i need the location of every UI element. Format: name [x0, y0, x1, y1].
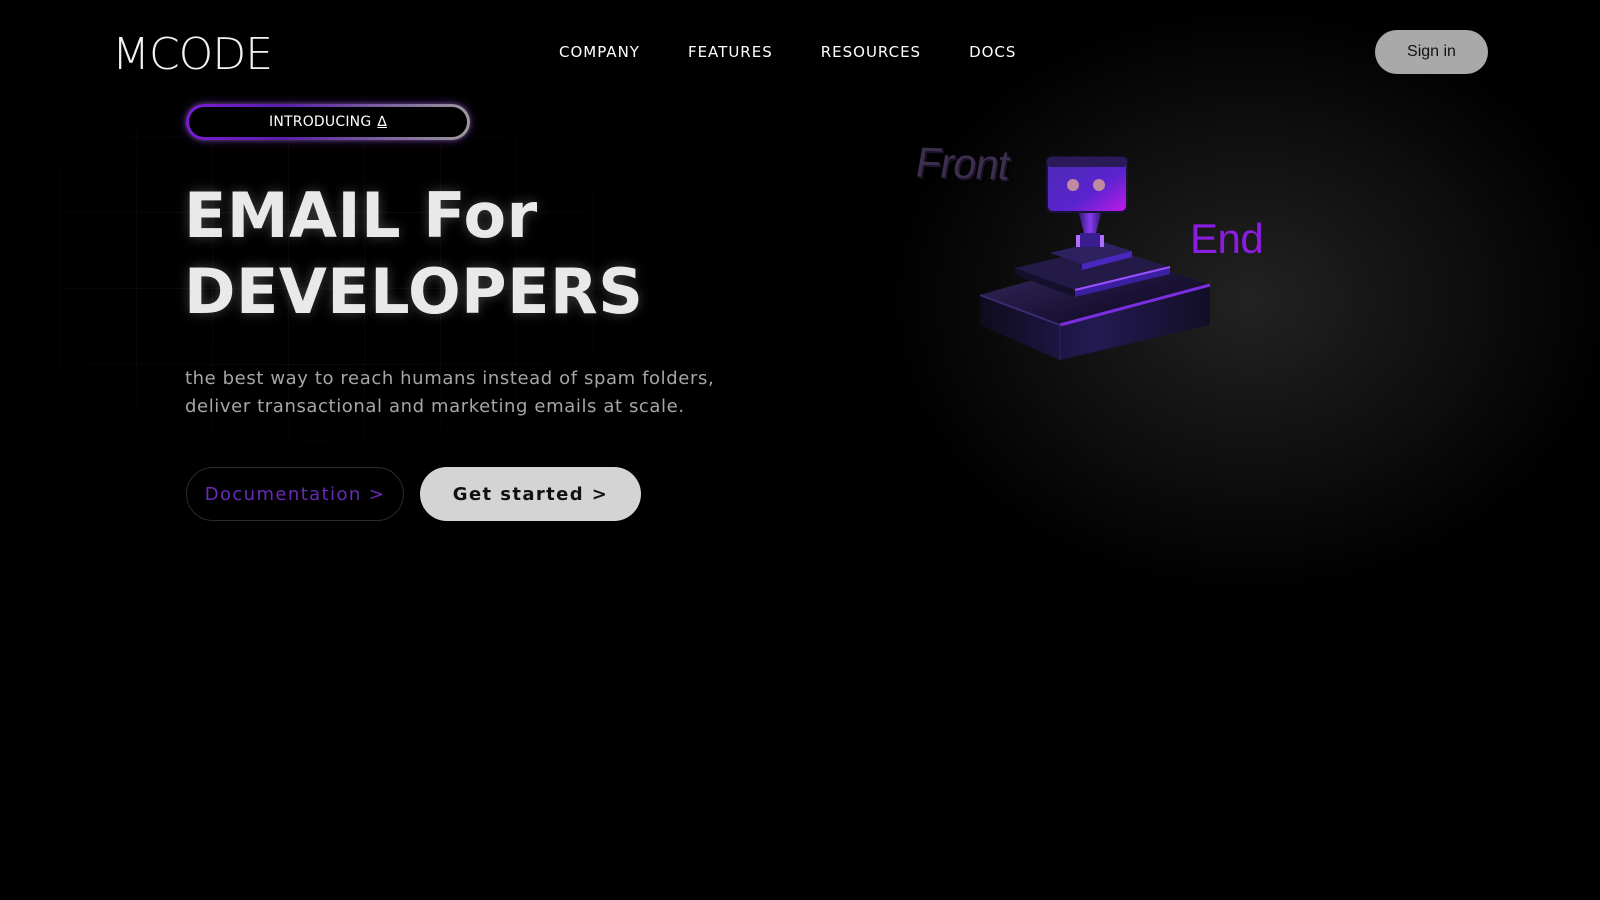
pedestal-base: [979, 241, 1211, 360]
nav-link-features[interactable]: FEATURES: [688, 42, 773, 62]
site-logo[interactable]: MCODE: [112, 28, 273, 82]
hero-subtitle: the best way to reach humans instead of …: [185, 365, 745, 421]
hero-subtitle-line1: the best way to reach humans instead of …: [185, 368, 715, 389]
nav-link-company[interactable]: COMPANY: [559, 42, 640, 62]
nav-link-docs[interactable]: DOCS: [969, 42, 1016, 62]
hero-title-line2: DEVELOPERS: [184, 255, 644, 328]
robot-head: [1046, 156, 1128, 213]
sign-in-button[interactable]: Sign in: [1375, 30, 1488, 74]
hero-title: EMAIL For DEVELOPERS: [184, 178, 643, 330]
documentation-button[interactable]: Documentation >: [186, 467, 404, 521]
delta-glyph: ∆: [377, 114, 387, 130]
main-nav: COMPANY FEATURES RESOURCES DOCS: [559, 42, 1016, 62]
introducing-badge[interactable]: INTRODUCING ∆: [186, 104, 470, 140]
nav-link-resources[interactable]: RESOURCES: [821, 42, 921, 62]
get-started-button[interactable]: Get started >: [420, 467, 641, 521]
landing-page: MCODE COMPANY FEATURES RESOURCES DOCS Si…: [0, 0, 1600, 900]
introducing-label: INTRODUCING: [269, 114, 372, 130]
hero-subtitle-line2: deliver transactional and marketing emai…: [185, 396, 685, 417]
robot-neck: [1076, 210, 1104, 247]
robot-on-pedestal-icon: [979, 156, 1211, 360]
hero-title-line1: EMAIL For: [184, 179, 538, 252]
